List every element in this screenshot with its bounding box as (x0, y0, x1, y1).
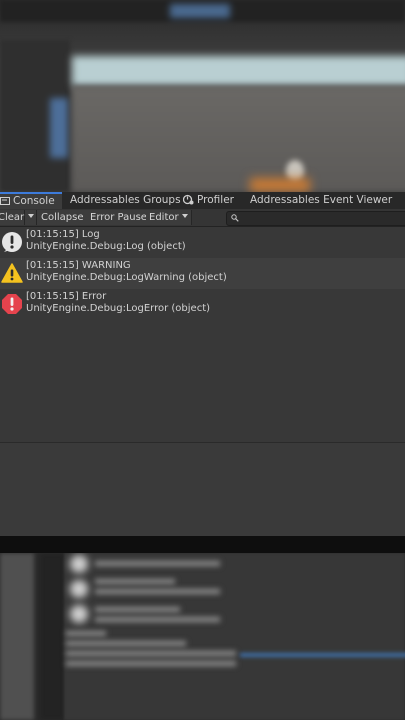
editor-background-bottom (0, 553, 405, 720)
message-detail-panel (0, 443, 405, 536)
profiler-icon (183, 194, 194, 205)
editor-target-dropdown[interactable]: Editor (146, 210, 192, 225)
search-input[interactable] (226, 211, 405, 226)
editor-top-bar (0, 0, 405, 22)
search-icon (231, 214, 239, 222)
tab-console[interactable]: Console (0, 192, 62, 209)
log-message: [01:15:15] WARNING (26, 260, 131, 271)
scene-view-background (0, 0, 405, 192)
log-stacktrace: UnityEngine.Debug:LogWarning (object) (26, 272, 227, 283)
tab-profiler[interactable]: Profiler (183, 192, 234, 209)
warning-icon (1, 263, 23, 283)
log-message: [01:15:15] Error (26, 291, 107, 302)
divider-band (0, 536, 405, 553)
collapse-toggle[interactable]: Collapse (37, 210, 89, 225)
console-icon (0, 197, 10, 205)
log-message: [01:15:15] Log (26, 229, 100, 240)
tab-bar: Console Addressables Groups Profiler Add… (0, 192, 405, 209)
log-list: [01:15:15] Log UnityEngine.Debug:Log (ob… (0, 227, 405, 320)
error-entry[interactable]: [01:15:15] Error UnityEngine.Debug:LogEr… (0, 289, 405, 320)
info-icon (2, 232, 22, 252)
log-entry[interactable]: [01:15:15] Log UnityEngine.Debug:Log (ob… (0, 227, 405, 258)
chevron-down-icon (181, 214, 188, 218)
error-pause-toggle[interactable]: Error Pause (86, 210, 149, 225)
error-icon (2, 294, 22, 314)
clear-options-dropdown[interactable] (25, 210, 37, 225)
warning-entry[interactable]: [01:15:15] WARNING UnityEngine.Debug:Log… (0, 258, 405, 289)
tab-addressables-groups[interactable]: Addressables Groups (70, 192, 181, 209)
tab-addressables-event-viewer[interactable]: Addressables Event Viewer (250, 192, 392, 209)
log-stacktrace: UnityEngine.Debug:Log (object) (26, 241, 186, 252)
chevron-down-icon (28, 214, 34, 218)
hierarchy-panel (0, 40, 70, 192)
console-window: Console Addressables Groups Profiler Add… (0, 192, 405, 536)
console-toolbar: Clear Collapse Error Pause Editor (0, 209, 405, 227)
clear-button[interactable]: Clear (0, 210, 25, 225)
log-stacktrace: UnityEngine.Debug:LogError (object) (26, 303, 211, 314)
